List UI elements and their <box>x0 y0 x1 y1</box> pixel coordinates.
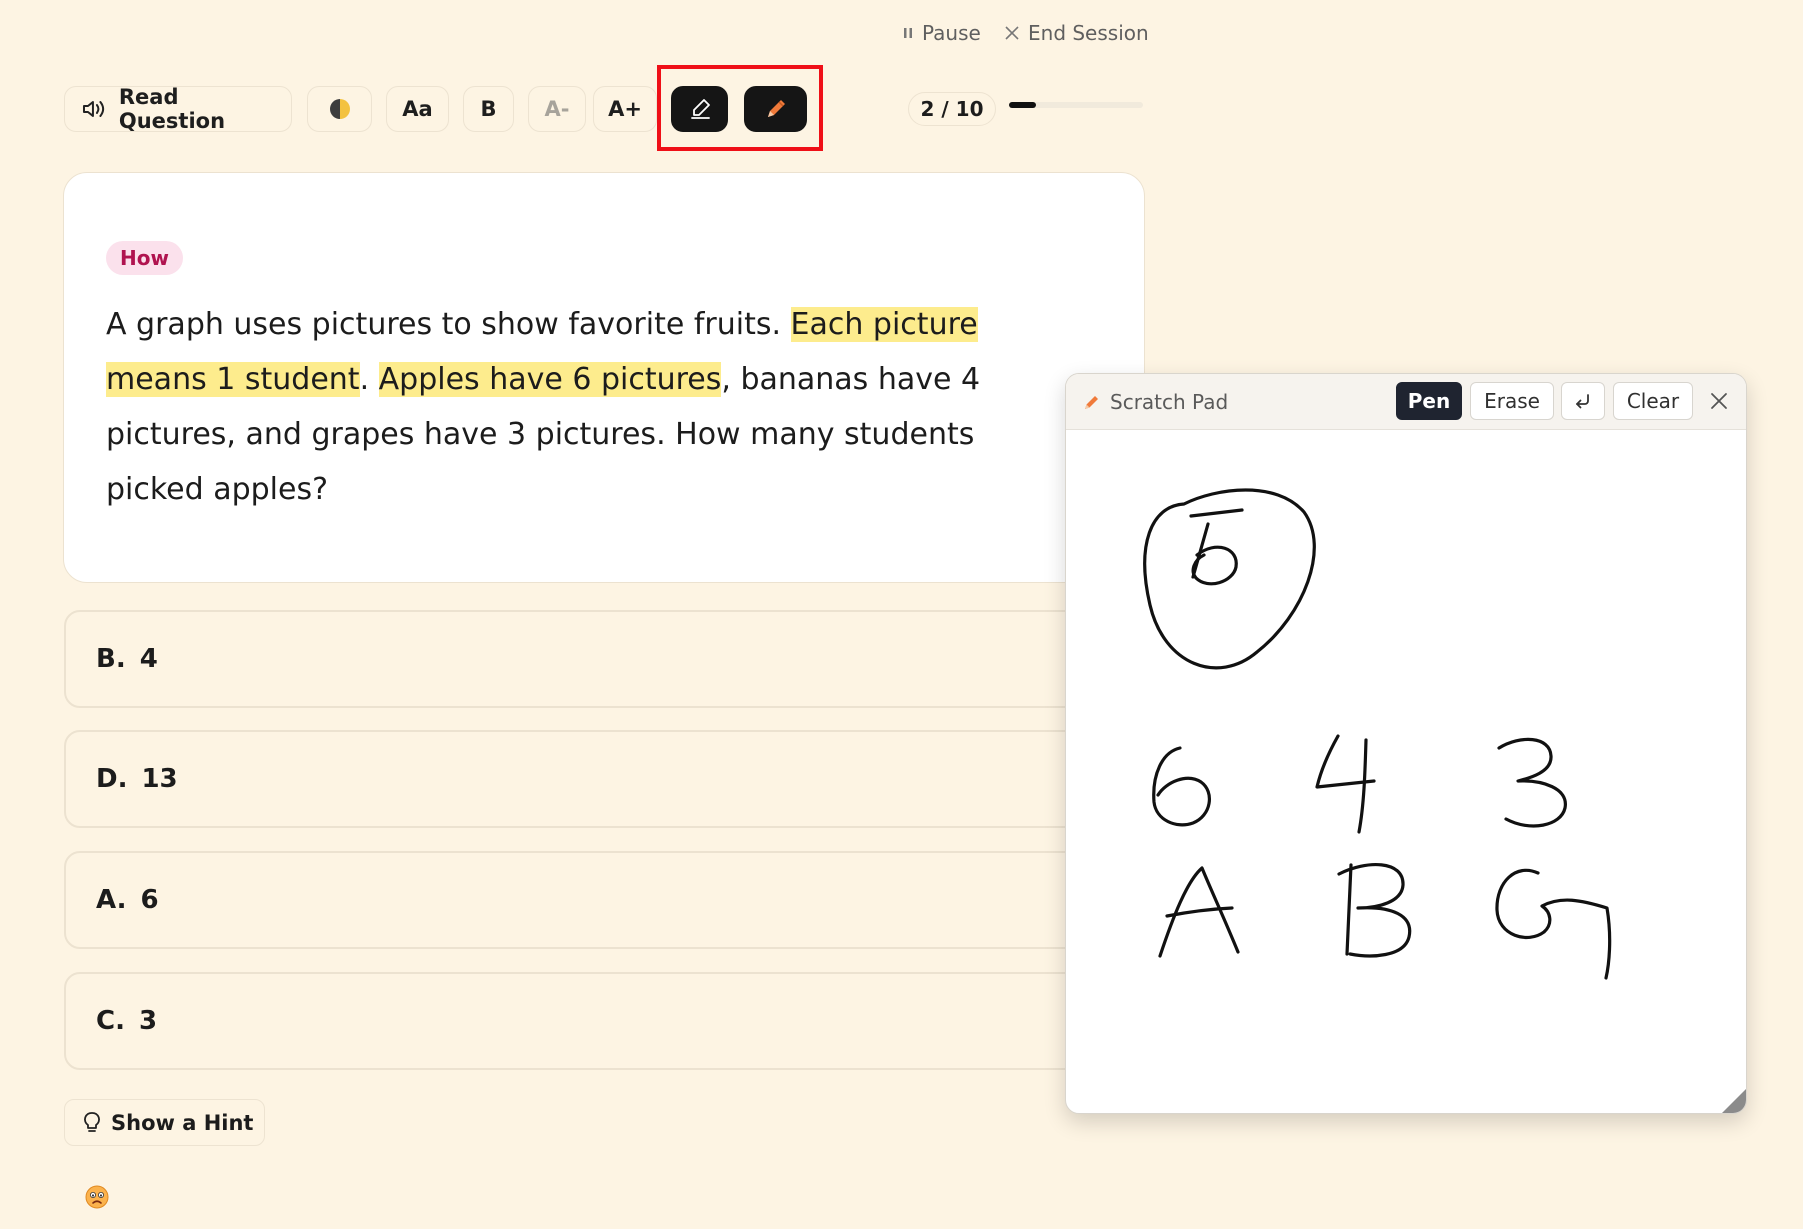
read-question-button[interactable]: Read Question <box>64 85 292 133</box>
undo-icon <box>1576 394 1589 409</box>
close-icon[interactable] <box>1708 390 1730 412</box>
sketch-stroke <box>1191 545 1238 586</box>
end-session-button[interactable]: End Session <box>1004 18 1149 48</box>
progress-bar <box>1009 102 1143 108</box>
pause-label: Pause <box>922 21 981 45</box>
pencil-icon <box>1085 395 1098 409</box>
scratch-pad-panel[interactable]: Scratch Pad Pen Erase Clear <box>1065 373 1747 1114</box>
sketch-stroke <box>1357 738 1368 834</box>
question-text: A graph uses pictures to show favorite f… <box>106 297 1066 517</box>
read-question-label: Read Question <box>118 85 226 133</box>
answer-option[interactable]: C. 3 <box>64 972 1164 1070</box>
font-style-button[interactable]: Aa <box>386 86 449 132</box>
answer-letter: C. <box>96 1006 125 1036</box>
question-tag: How <box>106 241 183 275</box>
show-hint-button[interactable]: Show a Hint <box>64 1099 265 1146</box>
progress-bar-fill <box>1009 102 1036 108</box>
erase-tool-button[interactable]: Erase <box>1470 382 1554 420</box>
bold-button[interactable]: B <box>463 86 514 132</box>
worried-face-icon[interactable] <box>84 1184 110 1210</box>
resize-handle[interactable] <box>1720 1087 1746 1113</box>
scratch-pad-title-label: Scratch Pad <box>1110 389 1229 414</box>
sketch-stroke <box>1497 737 1567 828</box>
question-highlight: Apples have 6 pictures <box>378 362 722 397</box>
lightbulb-icon <box>84 1111 100 1132</box>
undo-button[interactable] <box>1561 382 1605 420</box>
show-hint-label: Show a Hint <box>111 1110 254 1135</box>
answer-letter: A. <box>96 885 127 915</box>
question-card: How A graph uses pictures to show favori… <box>63 172 1145 583</box>
answer-letter: B. <box>96 644 126 674</box>
annotation-highlight-box <box>657 65 823 151</box>
drawing-canvas[interactable] <box>1066 430 1747 1114</box>
answer-option[interactable]: B. 4 <box>64 610 1164 708</box>
answer-option[interactable]: A. 6 <box>64 851 1164 949</box>
scratch-pad-title: Scratch Pad <box>1082 374 1228 429</box>
progress-counter: 2 / 10 <box>908 92 996 126</box>
clear-button[interactable]: Clear <box>1613 382 1693 420</box>
pause-button[interactable]: Pause <box>902 18 981 48</box>
answer-option[interactable]: D. 13 <box>64 730 1164 828</box>
sketch-stroke <box>1345 863 1353 956</box>
question-segment: A graph uses pictures to show favorite f… <box>106 307 791 342</box>
answer-value: 6 <box>140 885 159 915</box>
answer-letter: D. <box>96 764 128 794</box>
speaker-icon <box>82 101 105 117</box>
sketch-stroke <box>1495 868 1612 980</box>
pause-icon <box>904 28 912 38</box>
sketch-stroke <box>1189 508 1244 518</box>
sketch-stroke <box>1152 746 1211 827</box>
answer-value: 13 <box>141 764 178 794</box>
increase-font-button[interactable]: A+ <box>593 86 657 132</box>
pen-tool-button[interactable]: Pen <box>1396 382 1462 420</box>
contrast-button[interactable] <box>307 86 372 132</box>
answer-value: 4 <box>139 644 158 674</box>
answer-value: 3 <box>138 1006 158 1036</box>
contrast-icon <box>329 99 350 119</box>
end-session-label: End Session <box>1028 21 1149 45</box>
scratch-pad-header[interactable]: Scratch Pad Pen Erase Clear <box>1066 374 1746 430</box>
decrease-font-button[interactable]: A- <box>528 86 586 132</box>
x-icon <box>1005 26 1019 40</box>
question-segment: . <box>359 362 379 397</box>
